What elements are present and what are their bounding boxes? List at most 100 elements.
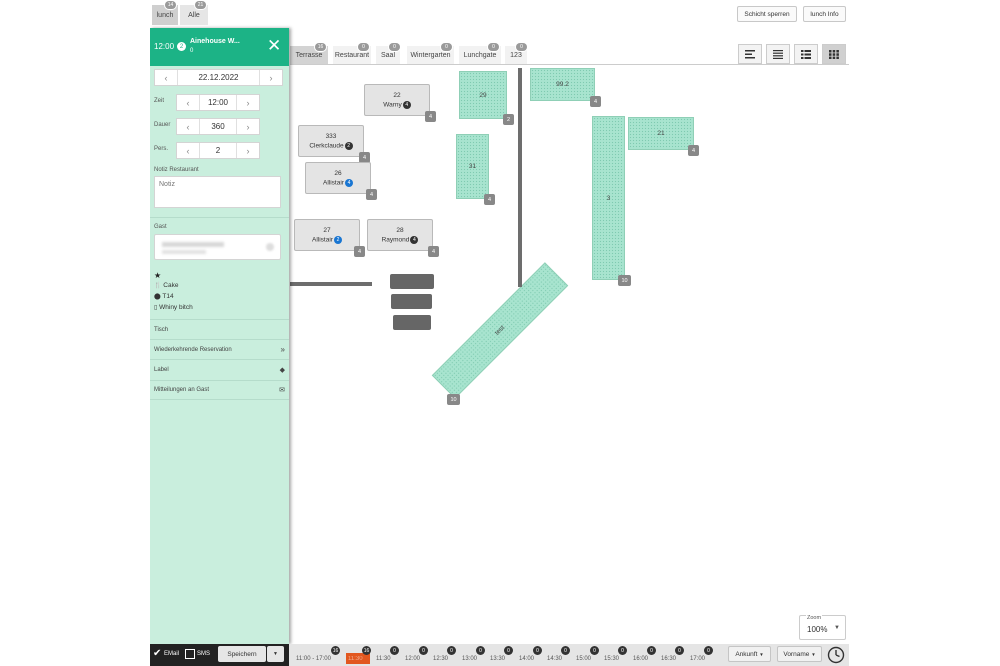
chevron-left-icon[interactable]: ‹ xyxy=(155,70,177,85)
row-label: Tisch xyxy=(154,326,169,333)
room-tab-123[interactable]: 123 0 xyxy=(505,43,527,64)
time-slot[interactable]: 13:30 xyxy=(490,656,505,662)
guest-field[interactable] xyxy=(154,234,281,260)
save-button[interactable]: Speichern xyxy=(218,646,266,662)
table-number: 31 xyxy=(468,163,477,170)
shift-tab-label: Alle xyxy=(188,11,200,19)
close-icon[interactable]: ✕ xyxy=(267,37,281,54)
table-21[interactable]: 21 xyxy=(628,117,694,150)
shift-info-button[interactable]: lunch Info xyxy=(803,6,846,22)
view-align-left-button[interactable] xyxy=(738,44,762,64)
chevron-left-icon[interactable]: ‹ xyxy=(177,119,199,134)
room-tab-label: 123 xyxy=(510,51,522,59)
room-tab-wintergarten[interactable]: Wintergarten 0 xyxy=(407,43,454,64)
email-checkbox[interactable]: ✔ xyxy=(153,649,163,659)
time-slot[interactable]: 14:00 xyxy=(519,656,534,662)
time-range-label[interactable]: 11:00 - 17:00 xyxy=(296,656,331,662)
shift-tab-lunch[interactable]: lunch 14 xyxy=(152,1,178,25)
time-slot-count: 0 xyxy=(675,646,684,655)
time-slot[interactable]: 12:30 xyxy=(433,656,448,662)
pers-label: Pers. xyxy=(154,146,169,152)
shift-tab-count: 21 xyxy=(195,1,206,9)
time-slot[interactable]: 14:30 xyxy=(547,656,562,662)
table-27[interactable]: 27 Allistair 2 xyxy=(294,219,360,251)
room-tab-restaurant[interactable]: Restaurant 0 xyxy=(333,43,371,64)
room-tab-lunchgate[interactable]: Lunchgate 0 xyxy=(459,43,501,64)
date-picker[interactable]: ‹ 22.12.2022 › xyxy=(154,69,283,86)
time-slot[interactable]: 12:00 xyxy=(405,656,420,662)
table-3[interactable]: 3 xyxy=(592,116,625,280)
row-tisch[interactable]: Tisch xyxy=(150,319,289,339)
date-value: 22.12.2022 xyxy=(177,70,260,85)
guest-food-text: Cake xyxy=(163,282,179,289)
row-messages[interactable]: Mitteilungen an Gast ✉ xyxy=(150,380,289,400)
clock-button[interactable] xyxy=(827,646,845,664)
table-333[interactable]: 333 Clerkclaude 2 xyxy=(298,125,364,157)
lock-shift-button[interactable]: Schicht sperren xyxy=(737,6,797,22)
floor-block xyxy=(391,294,432,309)
room-tab-terrasse[interactable]: Terrasse 16 xyxy=(290,43,328,64)
persons-stepper[interactable]: ‹ 2 › xyxy=(176,142,260,159)
chevron-left-icon[interactable]: ‹ xyxy=(177,143,199,158)
time-slot[interactable]: 17:00 xyxy=(690,656,705,662)
view-list-button[interactable] xyxy=(766,44,790,64)
room-tab-saal[interactable]: Saal 0 xyxy=(376,43,400,64)
guest-name-blurred xyxy=(162,242,224,247)
table-26[interactable]: 26 Allistair 4 xyxy=(305,162,371,194)
time-slot[interactable]: 11:30 xyxy=(348,656,363,662)
duration-stepper[interactable]: ‹ 360 › xyxy=(176,118,260,135)
double-chevron-right-icon: » xyxy=(280,345,285,354)
guest-clear-blurred xyxy=(266,243,274,251)
clock-icon xyxy=(827,646,845,664)
grid-icon xyxy=(829,49,839,59)
sort-firstname-button[interactable]: Vorname ▼ xyxy=(777,646,822,662)
table-22[interactable]: 22 Warny 4 xyxy=(364,84,430,116)
guest-note-text: Whiny bitch xyxy=(159,304,193,311)
guest-note: ▯ Whiny bitch xyxy=(154,304,193,311)
row-label: Wiederkehrende Reservation xyxy=(154,346,232,353)
time-slot[interactable]: 11:30 xyxy=(376,656,391,662)
table-number: test xyxy=(493,324,507,337)
chevron-left-icon[interactable]: ‹ xyxy=(177,95,199,110)
table-99-2[interactable]: 99.2 xyxy=(530,68,595,101)
table-number: 22 xyxy=(393,92,401,99)
location-pin-icon: ⬤ xyxy=(154,294,161,300)
table-28[interactable]: 28 Raymond 4 xyxy=(367,219,433,251)
time-slot[interactable]: 15:30 xyxy=(604,656,619,662)
table-test[interactable]: test xyxy=(431,262,569,399)
chevron-right-icon[interactable]: › xyxy=(237,119,259,134)
time-value: 12:00 xyxy=(199,95,237,110)
time-slot-count: 0 xyxy=(447,646,456,655)
room-tab-label: Wintergarten xyxy=(410,51,451,59)
time-slot[interactable]: 13:00 xyxy=(462,656,477,662)
zeit-label: Zeit xyxy=(154,98,165,104)
row-recurring[interactable]: Wiederkehrende Reservation » xyxy=(150,339,289,359)
zoom-control[interactable]: Zoom 100% ▼ xyxy=(799,615,846,640)
sort-arrival-button[interactable]: Ankunft ▼ xyxy=(728,646,771,662)
table-guest-name: Allistair xyxy=(312,236,333,244)
table-29[interactable]: 29 xyxy=(459,71,507,119)
list-lines-icon xyxy=(773,49,783,59)
guest-subtitle: 0 xyxy=(190,48,194,54)
time-slot[interactable]: 16:30 xyxy=(661,656,676,662)
table-number: 28 xyxy=(396,227,404,234)
chevron-right-icon[interactable]: › xyxy=(260,70,282,85)
save-dropdown-button[interactable]: ▼ xyxy=(267,646,284,662)
table-guest-name: Warny xyxy=(383,101,402,109)
view-detail-list-button[interactable] xyxy=(794,44,818,64)
chevron-right-icon[interactable]: › xyxy=(237,143,259,158)
notiz-field[interactable] xyxy=(154,176,281,208)
time-slot[interactable]: 16:00 xyxy=(633,656,648,662)
shift-tab-all[interactable]: Alle 21 xyxy=(180,1,208,25)
sms-checkbox[interactable] xyxy=(185,649,195,659)
time-slot[interactable]: 15:00 xyxy=(576,656,591,662)
chevron-right-icon[interactable]: › xyxy=(237,95,259,110)
table-guest-name: Raymond xyxy=(381,236,410,244)
time-slot-count: 0 xyxy=(476,646,485,655)
table-31[interactable]: 31 xyxy=(456,134,489,199)
room-tab-count: 0 xyxy=(488,43,499,51)
time-stepper[interactable]: ‹ 12:00 › xyxy=(176,94,260,111)
view-grid-button[interactable] xyxy=(822,44,846,64)
time-slot-count: 0 xyxy=(419,646,428,655)
row-label-tag[interactable]: Label ◆ xyxy=(150,359,289,379)
